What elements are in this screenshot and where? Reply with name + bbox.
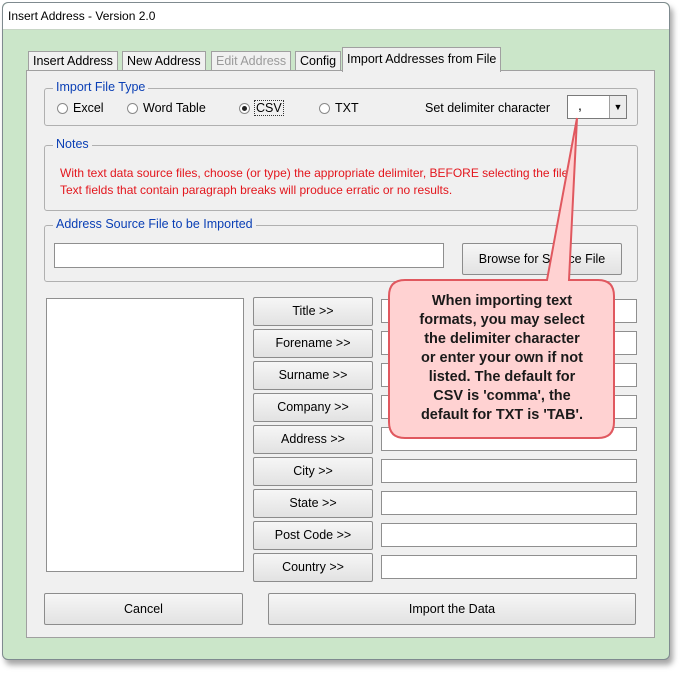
window-title: Insert Address - Version 2.0: [8, 9, 156, 23]
post-code-field[interactable]: [381, 523, 637, 547]
callout-line-2: formats, you may select: [419, 312, 585, 328]
title-bar[interactable]: Insert Address - Version 2.0: [3, 3, 669, 30]
country-field[interactable]: [381, 555, 637, 579]
radio-txt[interactable]: TXT: [319, 101, 359, 115]
tab-import-addresses[interactable]: Import Addresses from File: [342, 47, 502, 72]
radio-csv[interactable]: CSV: [239, 100, 284, 116]
radio-txt-label: TXT: [335, 101, 359, 115]
delimiter-label: Set delimiter character: [425, 101, 551, 115]
radio-circle: [319, 102, 330, 114]
country-map-button[interactable]: Country >>: [253, 553, 373, 582]
callout-line-7: default for TXT is 'TAB'.: [420, 407, 584, 423]
notes-group: Notes With text data source files, choos…: [44, 137, 638, 211]
radio-excel[interactable]: Excel: [57, 101, 104, 115]
callout-line-5: listed. The default for: [428, 369, 576, 385]
notes-line-1: With text data source files, choose (or …: [60, 166, 572, 180]
notes-text: With text data source files, choose (or …: [60, 165, 645, 199]
source-file-legend: Address Source File to be Imported: [53, 217, 256, 231]
tab-edit-address: Edit Address: [211, 51, 292, 71]
browse-source-file-button[interactable]: Browse for Source File: [462, 243, 622, 275]
source-file-path-input[interactable]: [54, 243, 444, 268]
address-field[interactable]: [381, 427, 637, 451]
notes-legend: Notes: [53, 137, 92, 151]
address-map-button[interactable]: Address >>: [253, 425, 373, 454]
radio-word-table-label: Word Table: [143, 101, 206, 115]
post-code-map-button[interactable]: Post Code >>: [253, 521, 373, 550]
tab-new-address[interactable]: New Address: [122, 51, 206, 71]
surname-map-button[interactable]: Surname >>: [253, 361, 373, 390]
title-map-button[interactable]: Title >>: [253, 297, 373, 326]
import-data-button[interactable]: Import the Data: [268, 593, 636, 625]
radio-excel-label: Excel: [73, 101, 104, 115]
callout-line-4: or enter your own if not: [421, 350, 583, 366]
import-file-type-legend: Import File Type: [53, 80, 149, 94]
callout-line-3: the delimiter character: [424, 331, 580, 347]
delimiter-value: ,: [578, 97, 582, 113]
radio-csv-label: CSV: [254, 100, 284, 116]
company-map-button[interactable]: Company >>: [253, 393, 373, 422]
notes-line-2: Text fields that contain paragraph break…: [60, 183, 453, 197]
city-map-button[interactable]: City >>: [253, 457, 373, 486]
delimiter-combo[interactable]: , ▼: [567, 95, 627, 119]
radio-word-table[interactable]: Word Table: [127, 101, 206, 115]
state-field[interactable]: [381, 491, 637, 515]
callout-line-1: When importing text: [431, 293, 573, 309]
chevron-down-icon[interactable]: ▼: [609, 96, 626, 118]
source-file-group: Address Source File to be Imported Brows…: [44, 217, 638, 282]
callout-line-6: CSV is 'comma', the: [433, 388, 571, 404]
radio-circle: [57, 102, 68, 114]
cancel-button[interactable]: Cancel: [44, 593, 243, 625]
city-field[interactable]: [381, 459, 637, 483]
tab-insert-address[interactable]: Insert Address: [28, 51, 118, 71]
callout-text: When importing text formats, you may sel…: [392, 292, 612, 425]
forename-map-button[interactable]: Forename >>: [253, 329, 373, 358]
tab-config[interactable]: Config: [295, 51, 342, 71]
radio-circle-selected: [239, 102, 250, 114]
import-file-type-group: Import File Type Excel Word Table CSV TX…: [44, 80, 638, 126]
state-map-button[interactable]: State >>: [253, 489, 373, 518]
source-fields-listbox[interactable]: [46, 298, 244, 572]
radio-circle: [127, 102, 138, 114]
